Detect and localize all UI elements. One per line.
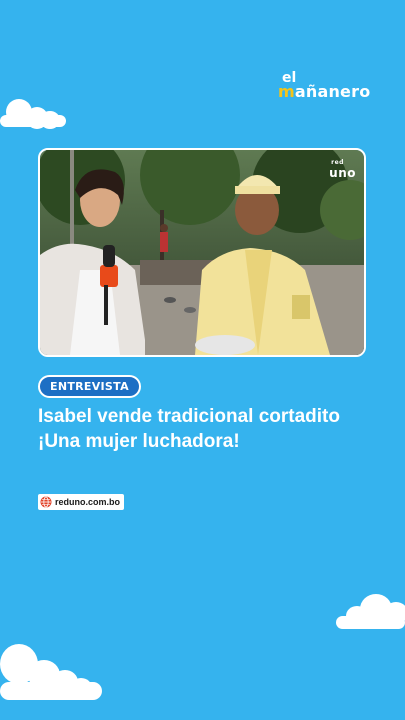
logo-word: mañanero [278,82,371,101]
cloud-top-left [0,95,70,131]
channel-logo: red uno [329,159,356,181]
cloud-bottom-left [0,642,104,704]
el-mananero-logo: el mañanero [278,70,378,104]
headline-line-1: Isabel vende tradicional cortadito [38,406,340,427]
video-frame[interactable]: red uno [38,148,366,357]
headline: Isabel vende tradicional cortadito ¡Una … [38,404,378,454]
source-link[interactable]: reduno.com.bo [38,494,124,510]
headline-line-2: ¡Una mujer luchadora! [38,431,240,452]
cloud-bottom-right [336,592,405,632]
interview-scene-image [40,150,364,355]
category-tag: ENTREVISTA [38,375,141,398]
source-url: reduno.com.bo [55,497,120,507]
globe-icon [40,496,52,508]
